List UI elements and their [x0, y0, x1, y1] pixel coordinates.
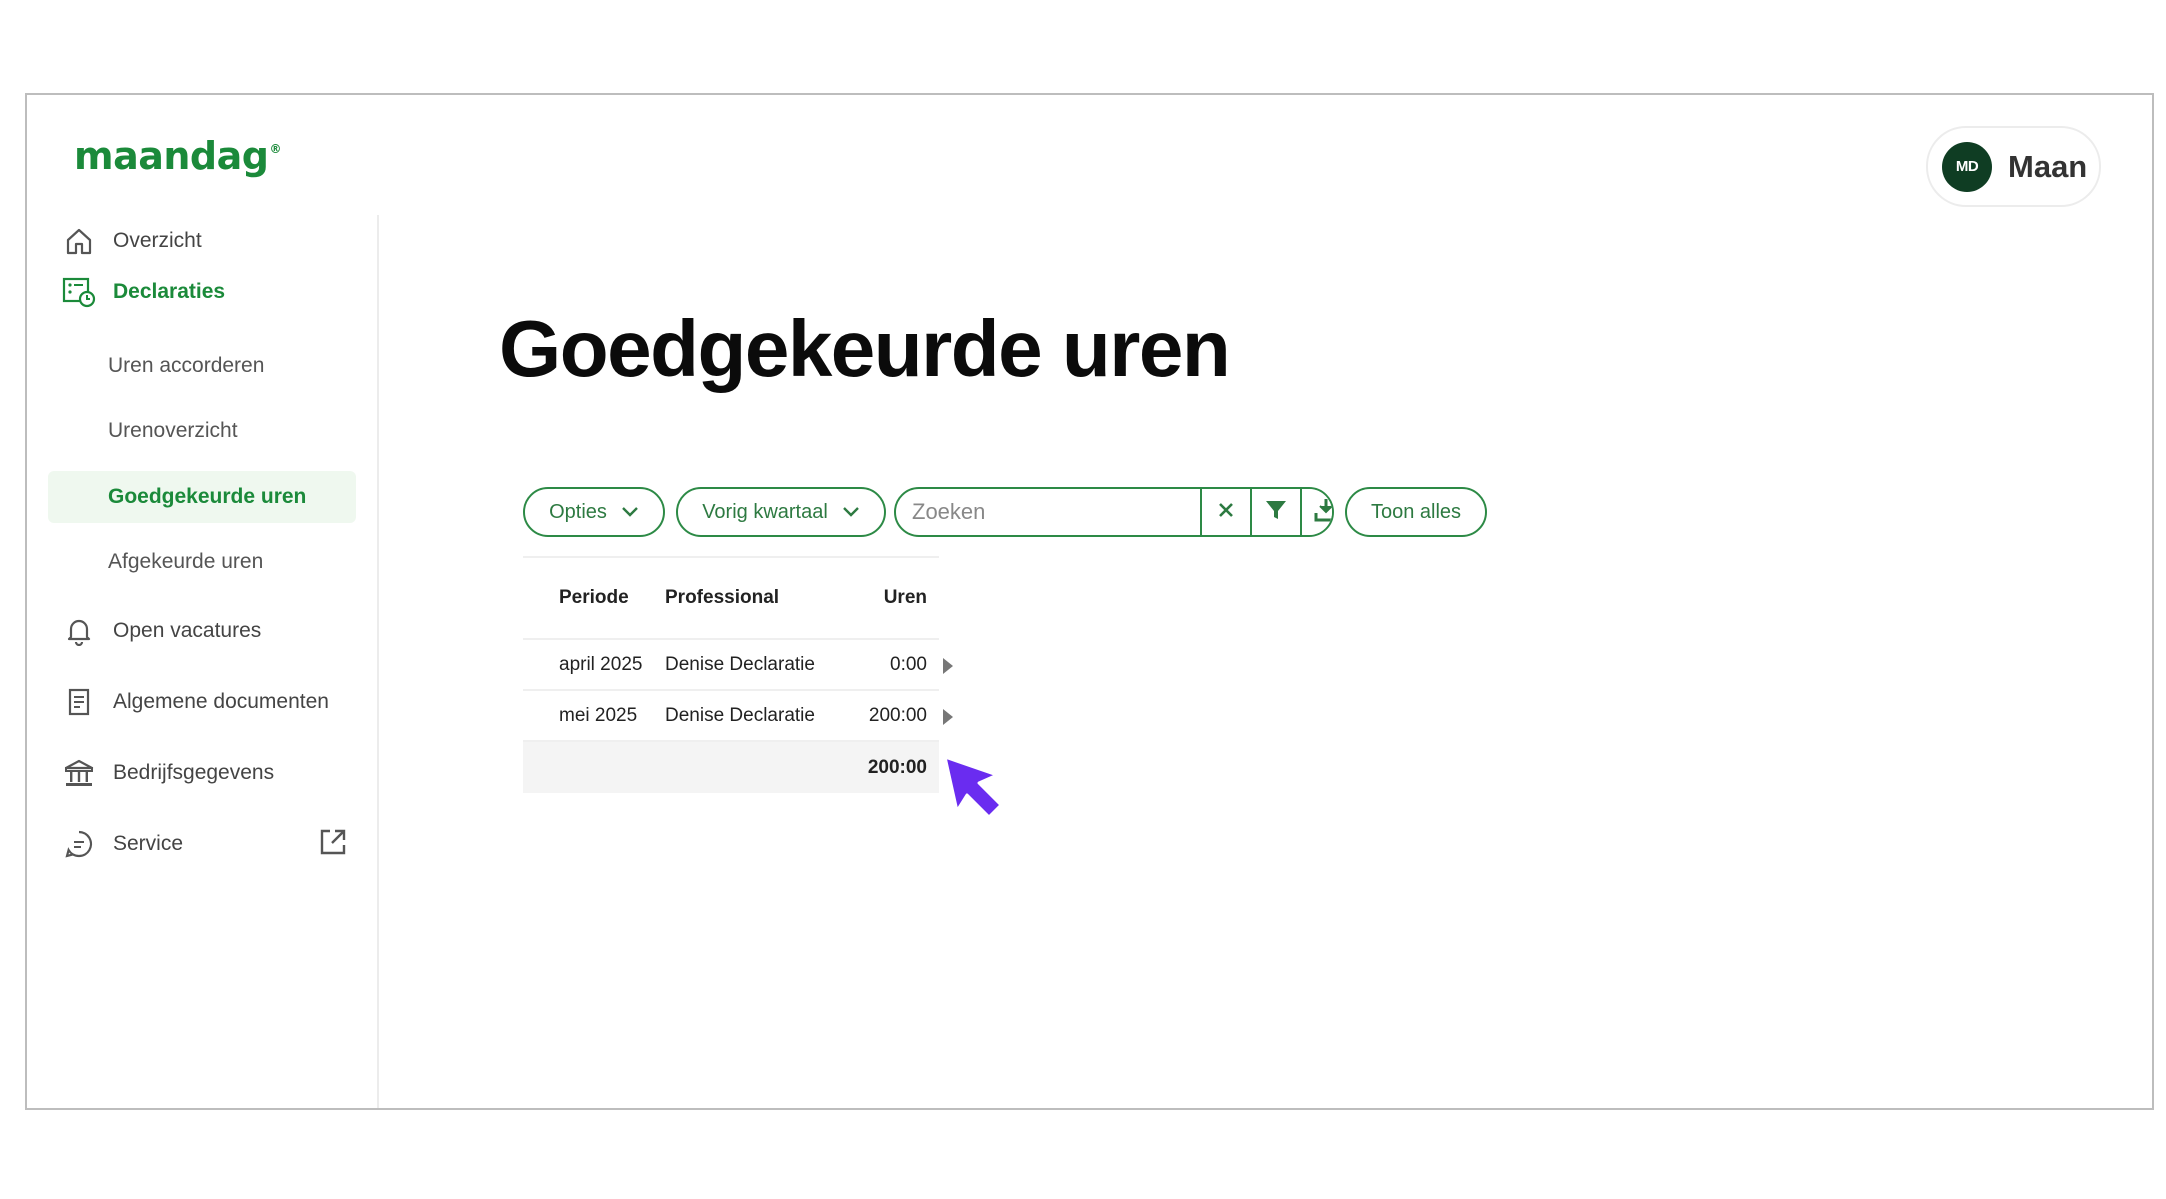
user-name: Maan — [2008, 148, 2088, 184]
logo-registered-mark: ® — [269, 142, 281, 156]
document-icon — [61, 684, 97, 720]
period-label: Vorig kwartaal — [702, 500, 828, 523]
table-row[interactable]: april 2025 Denise Declaratie 0:00 — [523, 640, 953, 691]
external-link-icon[interactable] — [317, 826, 349, 864]
timesheet-icon — [61, 274, 97, 310]
approved-hours-table: Periode Professional Uren april 2025 Den… — [523, 556, 953, 793]
sidebar-item-open-vacatures[interactable]: Open vacatures — [51, 605, 363, 657]
options-dropdown[interactable]: Opties — [523, 487, 665, 537]
sidebar-item-label: Service — [113, 832, 184, 855]
home-icon — [61, 223, 97, 259]
cell-uren: 0:00 — [890, 653, 927, 675]
table-header: Periode Professional Uren — [523, 558, 939, 640]
filter-button[interactable] — [1250, 489, 1300, 535]
cell-total-uren: 200:00 — [867, 756, 927, 778]
avatar: MD — [1942, 141, 1992, 192]
filter-icon — [1264, 498, 1288, 527]
sidebar-subitem-afgekeurde-uren[interactable]: Afgekeurde uren — [48, 536, 356, 588]
expand-row-icon[interactable] — [943, 709, 953, 725]
period-dropdown[interactable]: Vorig kwartaal — [676, 487, 886, 537]
app-window: maandag® MD Maan Overzicht Declaraties U… — [25, 93, 2154, 1110]
table-total-row: 200:00 — [523, 742, 939, 793]
sidebar-item-label: Declaraties — [113, 280, 226, 303]
cell-professional: Denise Declaratie — [665, 653, 815, 675]
sidebar-item-label: Algemene documenten — [113, 690, 329, 713]
sidebar-item-algemene-documenten[interactable]: Algemene documenten — [51, 676, 363, 728]
page-title: Goedgekeurde uren — [499, 304, 1231, 393]
cell-periode: mei 2025 — [559, 704, 638, 726]
cell-professional: Denise Declaratie — [665, 704, 815, 726]
column-header-professional[interactable]: Professional — [665, 587, 835, 609]
chat-icon — [61, 826, 97, 862]
chevron-down-icon — [842, 501, 860, 524]
column-header-periode[interactable]: Periode — [523, 587, 665, 609]
sidebar: Overzicht Declaraties Uren accorderen Ur… — [27, 215, 379, 1108]
logo-text: maandag — [74, 134, 269, 178]
building-icon — [61, 755, 97, 791]
clear-search-button[interactable] — [1200, 489, 1250, 535]
sidebar-item-label: Overzicht — [113, 229, 202, 252]
cell-uren: 200:00 — [868, 704, 927, 726]
table-row[interactable]: mei 2025 Denise Declaratie 200:00 — [523, 691, 953, 742]
show-all-label: Toon alles — [1370, 500, 1462, 523]
sidebar-item-declaraties[interactable]: Declaraties — [51, 266, 363, 318]
cell-periode: april 2025 — [559, 653, 643, 675]
mouse-cursor-icon — [943, 755, 1009, 828]
sidebar-subitem-goedgekeurde-uren[interactable]: Goedgekeurde uren — [48, 471, 356, 523]
search-group — [894, 487, 1334, 537]
maandag-logo[interactable]: maandag® — [74, 134, 281, 178]
sidebar-item-overzicht[interactable]: Overzicht — [51, 215, 363, 267]
expand-row-icon[interactable] — [943, 658, 953, 674]
sidebar-item-label: Open vacatures — [113, 619, 262, 642]
close-icon — [1217, 501, 1235, 524]
bell-icon — [61, 613, 97, 649]
sidebar-item-bedrijfsgegevens[interactable]: Bedrijfsgegevens — [51, 747, 363, 799]
options-label: Opties — [549, 500, 607, 523]
column-header-uren[interactable]: Uren — [835, 587, 927, 609]
show-all-button[interactable]: Toon alles — [1345, 487, 1487, 537]
download-button[interactable] — [1300, 489, 1332, 535]
sidebar-item-service[interactable]: Service — [51, 818, 363, 870]
user-menu-button[interactable]: MD Maan — [1926, 126, 2101, 207]
search-input[interactable] — [896, 489, 1200, 535]
chevron-down-icon — [621, 501, 639, 524]
download-icon — [1313, 497, 1332, 528]
sidebar-subitem-uren-accorderen[interactable]: Uren accorderen — [48, 340, 356, 392]
sidebar-subitem-urenoverzicht[interactable]: Urenoverzicht — [48, 405, 356, 457]
sidebar-item-label: Bedrijfsgegevens — [113, 761, 275, 784]
